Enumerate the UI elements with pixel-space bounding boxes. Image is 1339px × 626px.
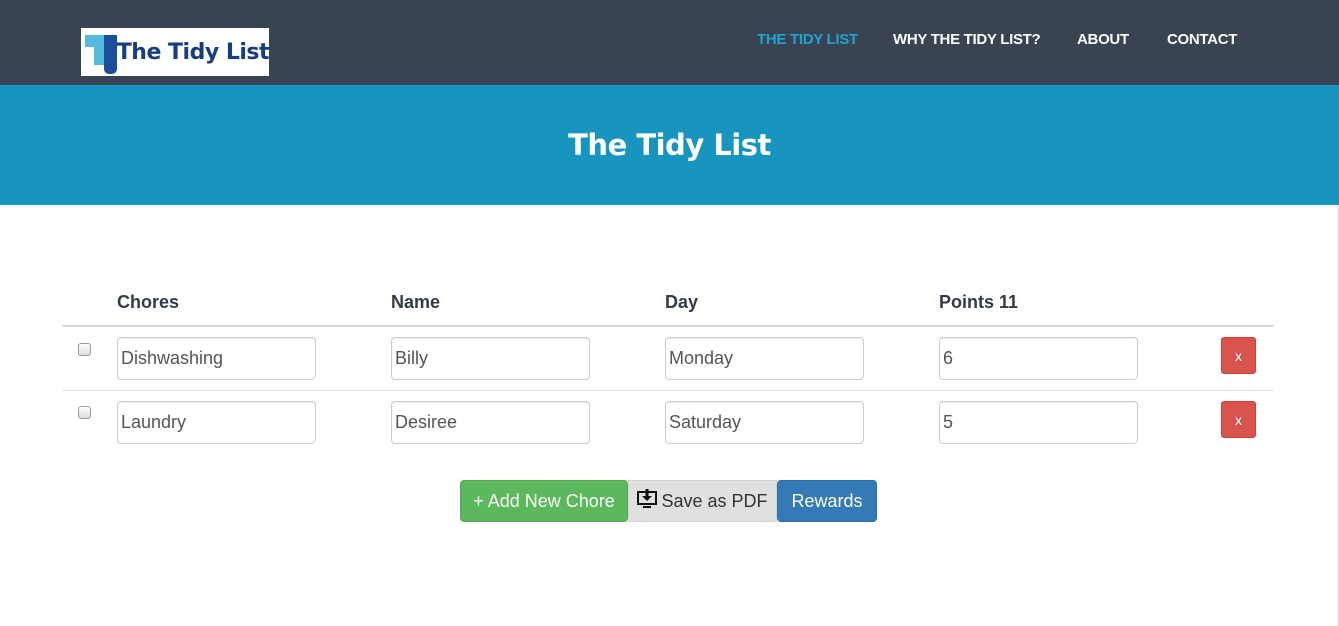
delete-row-button[interactable]: x xyxy=(1221,337,1256,374)
header-name: Name xyxy=(391,292,441,312)
points-input[interactable] xyxy=(939,337,1138,380)
page-title: The Tidy List xyxy=(568,128,771,162)
name-input[interactable] xyxy=(391,401,590,444)
download-icon xyxy=(637,489,658,508)
header-day: Day xyxy=(665,292,699,312)
nav-item-the-tidy-list[interactable]: THE TIDY LIST xyxy=(757,31,858,48)
add-new-chore-button[interactable]: + Add New Chore xyxy=(460,480,628,522)
rewards-button[interactable]: Rewards xyxy=(777,480,877,522)
header-points: Points 11 xyxy=(939,292,1019,312)
chore-input[interactable] xyxy=(117,401,316,444)
nav-item-why-the-tidy-list[interactable]: WHY THE TIDY LIST? xyxy=(893,31,1041,48)
header-chores: Chores xyxy=(117,292,180,312)
nav-menu: THE TIDY LIST WHY THE TIDY LIST? ABOUT C… xyxy=(0,31,1339,51)
row-divider xyxy=(62,390,1274,391)
day-input[interactable] xyxy=(665,337,864,380)
hero-banner: The Tidy List xyxy=(0,85,1339,205)
nav-item-contact[interactable]: CONTACT xyxy=(1167,31,1237,48)
row-checkbox[interactable] xyxy=(78,406,91,419)
points-input[interactable] xyxy=(939,401,1138,444)
nav-item-about[interactable]: ABOUT xyxy=(1077,31,1129,48)
delete-row-button[interactable]: x xyxy=(1221,401,1256,438)
day-input[interactable] xyxy=(665,401,864,444)
save-as-pdf-label: Save as PDF xyxy=(661,490,768,511)
navbar: The Tidy List THE TIDY LIST WHY THE TIDY… xyxy=(0,0,1339,85)
table-header-divider xyxy=(62,325,1274,327)
chore-input[interactable] xyxy=(117,337,316,380)
name-input[interactable] xyxy=(391,337,590,380)
row-checkbox[interactable] xyxy=(78,343,91,356)
save-as-pdf-button[interactable]: Save as PDF xyxy=(628,480,777,522)
